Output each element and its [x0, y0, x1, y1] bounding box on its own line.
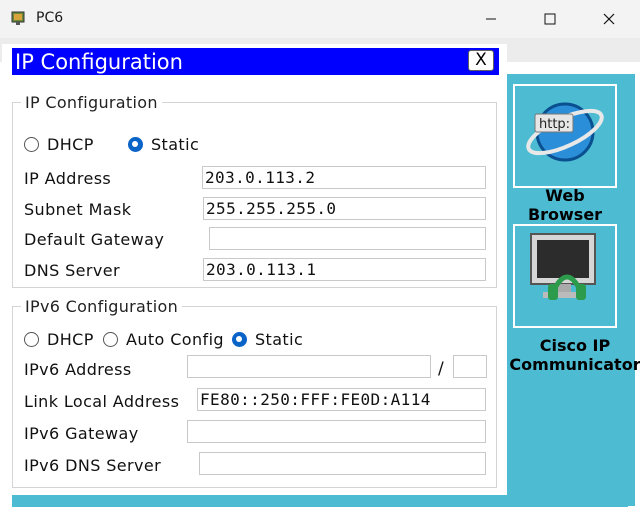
ipv6-dns-server-label: IPv6 DNS Server [24, 456, 162, 475]
web-browser-app[interactable]: http: [513, 84, 617, 188]
ipv4-legend: IP Configuration [21, 93, 162, 112]
ip-configuration-panel: IP Configuration X IP Configuration DHCP… [2, 44, 507, 495]
link-local-address-label: Link Local Address [24, 392, 180, 411]
ipv6-auto-config-radio[interactable] [103, 332, 118, 347]
ipv6-gateway-label: IPv6 Gateway [24, 424, 139, 443]
ip-address-field[interactable]: 203.0.113.2 [202, 166, 486, 189]
ipv6-address-label: IPv6 Address [24, 360, 132, 379]
ipv6-auto-config-label[interactable]: Auto Config [126, 330, 224, 349]
ipv4-dhcp-radio[interactable] [24, 137, 39, 152]
ipv6-legend: IPv6 Configuration [21, 297, 183, 316]
default-gateway-label: Default Gateway [24, 230, 165, 249]
ipv4-static-radio[interactable] [128, 137, 143, 152]
link-local-address-field[interactable]: FE80::250:FFF:FE0D:A114 [197, 388, 486, 411]
ipv6-dns-server-field[interactable] [199, 452, 486, 475]
ipv4-config-group: IP Configuration DHCP Static IP Address … [12, 93, 497, 288]
ipv6-static-radio[interactable] [232, 332, 247, 347]
desktop-bottom-strip [12, 495, 628, 507]
minimize-button[interactable] [468, 0, 514, 38]
ip-communicator-icon [530, 233, 596, 300]
default-gateway-field[interactable] [209, 227, 486, 250]
panel-close-button[interactable]: X [468, 50, 494, 71]
close-x-icon: X [475, 50, 487, 70]
ipv6-static-label[interactable]: Static [255, 330, 303, 349]
dns-server-field[interactable]: 203.0.113.1 [203, 258, 486, 281]
panel-title: IP Configuration [15, 50, 183, 74]
ipv6-prefix-field[interactable] [453, 355, 487, 378]
ipv6-config-group: IPv6 Configuration DHCP Auto Config Stat… [12, 297, 497, 488]
dns-server-label: DNS Server [24, 261, 120, 280]
window-titlebar: PC6 [0, 0, 640, 38]
ip-address-label: IP Address [24, 169, 112, 188]
web-browser-icon: http: [526, 102, 604, 162]
packet-tracer-app-icon [11, 11, 25, 25]
ipv4-dhcp-label[interactable]: DHCP [47, 135, 94, 154]
svg-text:http:: http: [539, 117, 570, 132]
minimize-icon [486, 18, 496, 20]
web-browser-label: Web Browser [527, 186, 603, 223]
ip-communicator-label: Cisco IP Communicator [509, 336, 640, 374]
maximize-icon [544, 13, 556, 25]
window-close-button[interactable] [586, 0, 632, 38]
cisco-ip-communicator-app[interactable] [513, 224, 617, 328]
ipv6-dhcp-label[interactable]: DHCP [47, 330, 94, 349]
ipv6-gateway-field[interactable] [187, 420, 486, 443]
prefix-separator: / [438, 359, 445, 379]
close-icon [603, 13, 615, 25]
ipv4-static-label[interactable]: Static [151, 135, 199, 154]
maximize-button[interactable] [527, 0, 573, 38]
panel-header: IP Configuration X [12, 48, 499, 75]
window-title: PC6 [36, 10, 64, 26]
subnet-mask-field[interactable]: 255.255.255.0 [203, 197, 486, 220]
ipv6-address-field[interactable] [187, 355, 431, 378]
ipv6-dhcp-radio[interactable] [24, 332, 39, 347]
subnet-mask-label: Subnet Mask [24, 200, 132, 219]
